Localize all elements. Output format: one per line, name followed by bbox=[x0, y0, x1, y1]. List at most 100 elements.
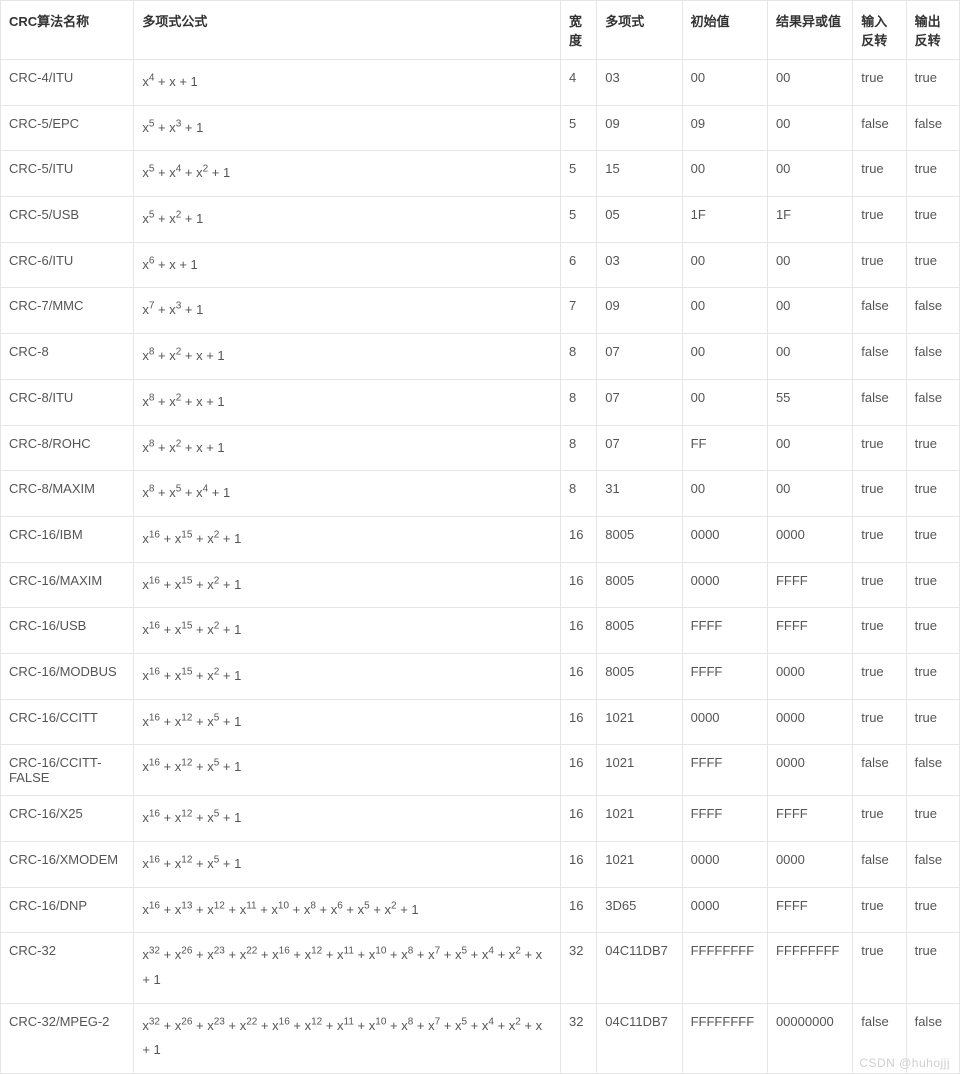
table-header: CRC算法名称 多项式公式 宽度 多项式 初始值 结果异或值 输入反转 输出反转 bbox=[1, 1, 960, 60]
cell-xorout: 00 bbox=[767, 151, 852, 197]
cell-width: 16 bbox=[561, 745, 597, 796]
cell-init: FFFFFFFF bbox=[682, 1003, 767, 1073]
cell-poly: 09 bbox=[597, 288, 682, 334]
cell-poly-formula: x5 + x3 + 1 bbox=[134, 105, 561, 151]
table-row: CRC-16/CCITT-FALSEx16 + x12 + x5 + 11610… bbox=[1, 745, 960, 796]
cell-refin: true bbox=[853, 887, 906, 933]
table-row: CRC-5/EPCx5 + x3 + 15090900falsefalse bbox=[1, 105, 960, 151]
cell-refin: true bbox=[853, 471, 906, 517]
table-body: CRC-4/ITUx4 + x + 14030000truetrueCRC-5/… bbox=[1, 60, 960, 1074]
cell-refout: true bbox=[906, 699, 959, 745]
cell-poly: 07 bbox=[597, 379, 682, 425]
col-width-header: 宽度 bbox=[561, 1, 597, 60]
cell-width: 5 bbox=[561, 151, 597, 197]
cell-width: 16 bbox=[561, 562, 597, 608]
table-row: CRC-8/ROHCx8 + x2 + x + 1807FF00truetrue bbox=[1, 425, 960, 471]
cell-refout: true bbox=[906, 471, 959, 517]
cell-refin: true bbox=[853, 242, 906, 288]
cell-poly: 15 bbox=[597, 151, 682, 197]
cell-poly-formula: x4 + x + 1 bbox=[134, 60, 561, 106]
cell-poly-formula: x16 + x15 + x2 + 1 bbox=[134, 608, 561, 654]
cell-name: CRC-6/ITU bbox=[1, 242, 134, 288]
cell-init: 00 bbox=[682, 334, 767, 380]
col-refin-header: 输入反转 bbox=[853, 1, 906, 60]
cell-poly: 07 bbox=[597, 425, 682, 471]
cell-poly-formula: x5 + x2 + 1 bbox=[134, 197, 561, 243]
cell-refin: false bbox=[853, 745, 906, 796]
table-row: CRC-5/USBx5 + x2 + 15051F1Ftruetrue bbox=[1, 197, 960, 243]
cell-width: 16 bbox=[561, 887, 597, 933]
cell-poly-formula: x7 + x3 + 1 bbox=[134, 288, 561, 334]
cell-init: 0000 bbox=[682, 562, 767, 608]
cell-init: FFFF bbox=[682, 745, 767, 796]
cell-xorout: 00 bbox=[767, 242, 852, 288]
table-row: CRC-8/ITUx8 + x2 + x + 18070055falsefals… bbox=[1, 379, 960, 425]
cell-init: 0000 bbox=[682, 842, 767, 888]
cell-poly-formula: x8 + x2 + x + 1 bbox=[134, 379, 561, 425]
table-row: CRC-8x8 + x2 + x + 18070000falsefalse bbox=[1, 334, 960, 380]
cell-width: 8 bbox=[561, 379, 597, 425]
cell-xorout: 55 bbox=[767, 379, 852, 425]
cell-refout: true bbox=[906, 151, 959, 197]
cell-poly-formula: x16 + x15 + x2 + 1 bbox=[134, 653, 561, 699]
cell-poly: 31 bbox=[597, 471, 682, 517]
cell-refin: true bbox=[853, 933, 906, 1003]
cell-name: CRC-4/ITU bbox=[1, 60, 134, 106]
cell-poly-formula: x8 + x2 + x + 1 bbox=[134, 425, 561, 471]
cell-xorout: 00 bbox=[767, 105, 852, 151]
cell-xorout: 0000 bbox=[767, 653, 852, 699]
cell-poly-formula: x32 + x26 + x23 + x22 + x16 + x12 + x11 … bbox=[134, 1003, 561, 1073]
cell-refout: false bbox=[906, 1003, 959, 1073]
cell-xorout: 00 bbox=[767, 471, 852, 517]
cell-refin: true bbox=[853, 516, 906, 562]
cell-refout: false bbox=[906, 745, 959, 796]
cell-refin: false bbox=[853, 1003, 906, 1073]
cell-name: CRC-5/EPC bbox=[1, 105, 134, 151]
cell-refout: true bbox=[906, 933, 959, 1003]
cell-refin: true bbox=[853, 699, 906, 745]
cell-init: FFFF bbox=[682, 653, 767, 699]
cell-refout: false bbox=[906, 379, 959, 425]
table-row: CRC-16/CCITTx16 + x12 + x5 + 11610210000… bbox=[1, 699, 960, 745]
cell-refin: false bbox=[853, 334, 906, 380]
cell-refin: true bbox=[853, 60, 906, 106]
cell-refin: true bbox=[853, 653, 906, 699]
cell-poly-formula: x6 + x + 1 bbox=[134, 242, 561, 288]
cell-poly: 04C11DB7 bbox=[597, 1003, 682, 1073]
cell-width: 8 bbox=[561, 425, 597, 471]
cell-init: FFFFFFFF bbox=[682, 933, 767, 1003]
cell-name: CRC-8/MAXIM bbox=[1, 471, 134, 517]
cell-xorout: FFFFFFFF bbox=[767, 933, 852, 1003]
cell-xorout: 0000 bbox=[767, 745, 852, 796]
cell-name: CRC-16/CCITT-FALSE bbox=[1, 745, 134, 796]
cell-width: 32 bbox=[561, 933, 597, 1003]
cell-xorout: 0000 bbox=[767, 699, 852, 745]
cell-init: 1F bbox=[682, 197, 767, 243]
cell-poly-formula: x8 + x2 + x + 1 bbox=[134, 334, 561, 380]
col-refout-header: 输出反转 bbox=[906, 1, 959, 60]
cell-width: 16 bbox=[561, 608, 597, 654]
cell-width: 16 bbox=[561, 653, 597, 699]
cell-name: CRC-8/ROHC bbox=[1, 425, 134, 471]
cell-name: CRC-16/MAXIM bbox=[1, 562, 134, 608]
cell-name: CRC-16/USB bbox=[1, 608, 134, 654]
cell-refout: true bbox=[906, 562, 959, 608]
table-row: CRC-8/MAXIMx8 + x5 + x4 + 18310000truetr… bbox=[1, 471, 960, 517]
cell-poly: 8005 bbox=[597, 653, 682, 699]
cell-name: CRC-5/USB bbox=[1, 197, 134, 243]
cell-poly-formula: x5 + x4 + x2 + 1 bbox=[134, 151, 561, 197]
cell-poly: 03 bbox=[597, 242, 682, 288]
cell-width: 6 bbox=[561, 242, 597, 288]
cell-init: 0000 bbox=[682, 516, 767, 562]
cell-poly: 8005 bbox=[597, 608, 682, 654]
cell-width: 5 bbox=[561, 105, 597, 151]
cell-name: CRC-16/CCITT bbox=[1, 699, 134, 745]
cell-width: 16 bbox=[561, 699, 597, 745]
table-row: CRC-16/USBx16 + x15 + x2 + 1168005FFFFFF… bbox=[1, 608, 960, 654]
cell-xorout: 0000 bbox=[767, 516, 852, 562]
cell-poly: 3D65 bbox=[597, 887, 682, 933]
table-row: CRC-16/IBMx16 + x15 + x2 + 1168005000000… bbox=[1, 516, 960, 562]
cell-xorout: 00000000 bbox=[767, 1003, 852, 1073]
cell-poly-formula: x16 + x12 + x5 + 1 bbox=[134, 745, 561, 796]
cell-name: CRC-16/MODBUS bbox=[1, 653, 134, 699]
